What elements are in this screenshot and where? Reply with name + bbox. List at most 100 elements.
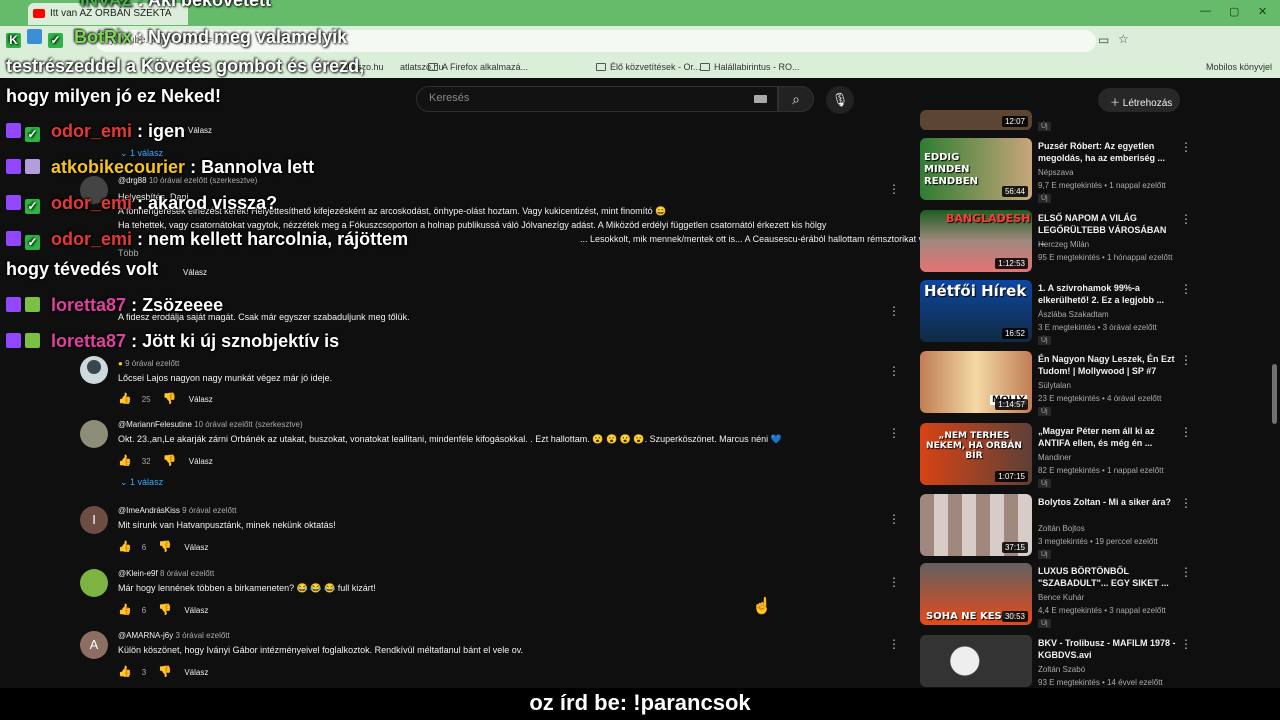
more-options-icon[interactable]: ⋮ <box>888 575 900 589</box>
video-title[interactable]: Bolytos Zoltan - Mi a siker ára? <box>1038 496 1176 508</box>
chat-message: akarod vissza? <box>148 193 278 213</box>
search-button[interactable]: ⌕ <box>778 86 814 112</box>
like-icon[interactable]: 👍 <box>118 540 132 553</box>
more-options-icon[interactable]: ⋮ <box>888 182 900 196</box>
channel-name[interactable]: Bence Kuhár <box>1038 593 1084 602</box>
dislike-icon[interactable]: 👎 <box>163 454 177 467</box>
more-options-icon[interactable]: ⋮ <box>1180 140 1192 154</box>
channel-name[interactable]: Herczeg Milán <box>1038 240 1089 249</box>
comment-actions: 👍 6 👎 Válasz <box>118 603 218 616</box>
dislike-icon[interactable]: 👎 <box>158 603 172 616</box>
avatar[interactable]: A <box>80 631 108 659</box>
more-options-icon[interactable]: ⋮ <box>1180 353 1192 367</box>
reply-button[interactable]: Válasz <box>189 395 213 404</box>
more-options-icon[interactable]: ⋮ <box>888 637 900 651</box>
thumbnail-text: Hétfői Hírek <box>924 282 1027 300</box>
video-title[interactable]: BKV - Trolibusz - MAFILM 1978 - KGBDVS.a… <box>1038 637 1176 661</box>
related-video[interactable]: MOLLY 1:14:57 Én Nagyon Nagy Leszek, Én … <box>920 351 1192 417</box>
reply-button[interactable]: Válasz <box>184 606 208 615</box>
like-icon[interactable]: 👍 <box>118 392 132 405</box>
dislike-icon[interactable]: 👎 <box>158 665 172 678</box>
channel-name[interactable]: Sülytalan <box>1038 381 1071 390</box>
related-video[interactable]: SOHA NE KESER 30:53 LUXUS BÖRTÖNBŐL "SZA… <box>920 563 1192 629</box>
reply-button[interactable]: Válasz <box>183 268 207 277</box>
dislike-icon[interactable]: 👎 <box>158 540 172 553</box>
close-window-icon[interactable]: ✕ <box>1258 5 1267 18</box>
more-options-icon[interactable]: ⋮ <box>888 304 900 318</box>
maximize-icon[interactable]: ▢ <box>1229 5 1239 18</box>
reply-button[interactable]: Válasz <box>188 126 212 135</box>
chat-username: INVAZ <box>80 0 133 10</box>
comment-text: Külön köszönet, hogy Iványi Gábor intézm… <box>118 645 524 655</box>
more-options-icon[interactable]: ⋮ <box>1180 425 1192 439</box>
avatar[interactable] <box>80 569 108 597</box>
reply-button[interactable]: Válasz <box>184 668 208 677</box>
related-video[interactable]: 12:07 Új <box>920 110 1190 134</box>
minimize-icon[interactable]: — <box>1200 5 1211 17</box>
channel-name[interactable]: Zoltán Bojtos <box>1038 524 1085 533</box>
video-thumbnail[interactable]: 12:07 <box>920 110 1032 130</box>
bookmark-item[interactable]: Élő közvetítések - Or... <box>596 62 701 72</box>
chat-line: loretta87 : Jött ki új sznobjektív is <box>6 331 339 352</box>
bookmark-item[interactable]: A Firefox alkalmazá... <box>428 62 528 72</box>
related-video[interactable]: BANGLADESH 1:12:53 ELSŐ NAPOM A VILÁG LE… <box>920 210 1192 276</box>
create-button[interactable]: ＋ Létrehozás <box>1098 88 1180 112</box>
more-options-icon[interactable]: ⋮ <box>1180 637 1192 651</box>
channel-name[interactable]: Mandiner <box>1038 453 1071 462</box>
video-thumbnail[interactable]: EDDIG MINDEN RENDBEN 56:44 <box>920 138 1032 200</box>
more-options-icon[interactable]: ⋮ <box>888 512 900 526</box>
related-video[interactable]: BKV - Trolibusz - MAFILM 1978 - KGBDVS.a… <box>920 635 1192 687</box>
dislike-icon[interactable]: 👎 <box>163 392 177 405</box>
sub-badge-icon <box>25 159 40 174</box>
keyboard-icon[interactable] <box>754 95 767 103</box>
related-video[interactable]: EDDIG MINDEN RENDBEN 56:44 Puzsér Róbert… <box>920 138 1192 204</box>
search-input[interactable]: Keresés <box>416 86 778 112</box>
video-title[interactable]: Puzsér Róbert: Az egyetlen megoldás, ha … <box>1038 140 1176 164</box>
comment: @drg88 10 órával ezelőtt (szerkesztve) H… <box>80 176 1006 266</box>
like-icon[interactable]: 👍 <box>118 665 132 678</box>
sub-badge-icon <box>25 333 40 348</box>
video-thumbnail[interactable]: BANGLADESH 1:12:53 <box>920 210 1032 272</box>
related-video[interactable]: 37:15 Bolytos Zoltan - Mi a siker ára? Z… <box>920 494 1192 560</box>
video-title[interactable]: 1. A szívrohamok 99%-a elkerülhető! 2. E… <box>1038 282 1176 306</box>
like-icon[interactable]: 👍 <box>118 603 132 616</box>
replies-toggle[interactable]: ⌄ 1 válasz <box>120 477 163 488</box>
avatar[interactable]: I <box>80 506 108 534</box>
chat-message: Bannolva lett <box>201 157 315 177</box>
more-options-icon[interactable]: ⋮ <box>888 364 900 378</box>
avatar[interactable] <box>80 356 108 384</box>
more-options-icon[interactable]: ⋮ <box>1180 282 1192 296</box>
more-options-icon[interactable]: ⋮ <box>1180 565 1192 579</box>
like-icon[interactable]: 👍 <box>118 454 132 467</box>
video-thumbnail[interactable] <box>920 635 1032 687</box>
channel-name[interactable]: Ászlába Szakadtam <box>1038 310 1109 319</box>
related-video[interactable]: Hétfői Hírek 16:52 1. A szívrohamok 99%-… <box>920 280 1192 346</box>
mobile-bookmarks[interactable]: Mobilos könyvjel <box>1206 62 1272 72</box>
folder-icon <box>596 63 606 71</box>
more-options-icon[interactable]: ⋮ <box>1180 212 1192 226</box>
video-thumbnail[interactable]: MOLLY 1:14:57 <box>920 351 1032 413</box>
channel-name[interactable]: Népszava <box>1038 168 1074 177</box>
reply-button[interactable]: Válasz <box>184 543 208 552</box>
video-thumbnail[interactable]: Hétfői Hírek 16:52 <box>920 280 1032 342</box>
video-thumbnail[interactable]: SOHA NE KESER 30:53 <box>920 563 1032 625</box>
video-thumbnail[interactable]: „NEM TERHES NEKEM, HA ORBÁN BÍR 1:07:15 <box>920 423 1032 485</box>
duration-badge: 1:12:53 <box>995 258 1028 269</box>
video-title[interactable]: „Magyar Péter nem áll ki az ANTIFA ellen… <box>1038 425 1176 449</box>
more-options-icon[interactable]: ⋮ <box>1180 496 1192 510</box>
reply-button[interactable]: Válasz <box>189 457 213 466</box>
comment: I @ImeAndrásKiss 9 órával ezelőtt Mit sí… <box>80 506 900 556</box>
screen-icon[interactable]: ▭ <box>1098 33 1109 47</box>
video-thumbnail[interactable]: 37:15 <box>920 494 1032 556</box>
mic-button[interactable]: 🎙 <box>826 86 854 114</box>
video-title[interactable]: LUXUS BÖRTÖNBŐL "SZABADULT"... EGY SIKET… <box>1038 565 1176 589</box>
related-video[interactable]: „NEM TERHES NEKEM, HA ORBÁN BÍR 1:07:15 … <box>920 423 1192 489</box>
video-title[interactable]: Én Nagyon Nagy Leszek, Én Ezt Tudom! | M… <box>1038 353 1176 377</box>
more-options-icon[interactable]: ⋮ <box>888 426 900 440</box>
video-stats: 4,4 E megtekintés • 3 nappal ezelőtt <box>1038 606 1166 615</box>
scrollbar-thumb[interactable] <box>1272 364 1277 424</box>
channel-name[interactable]: Zoltán Szabó <box>1038 665 1085 674</box>
bookmark-item[interactable]: Halállabirintus - RO... <box>700 62 800 72</box>
bookmark-star-icon[interactable]: ☆ <box>1118 32 1129 46</box>
avatar[interactable] <box>80 420 108 448</box>
